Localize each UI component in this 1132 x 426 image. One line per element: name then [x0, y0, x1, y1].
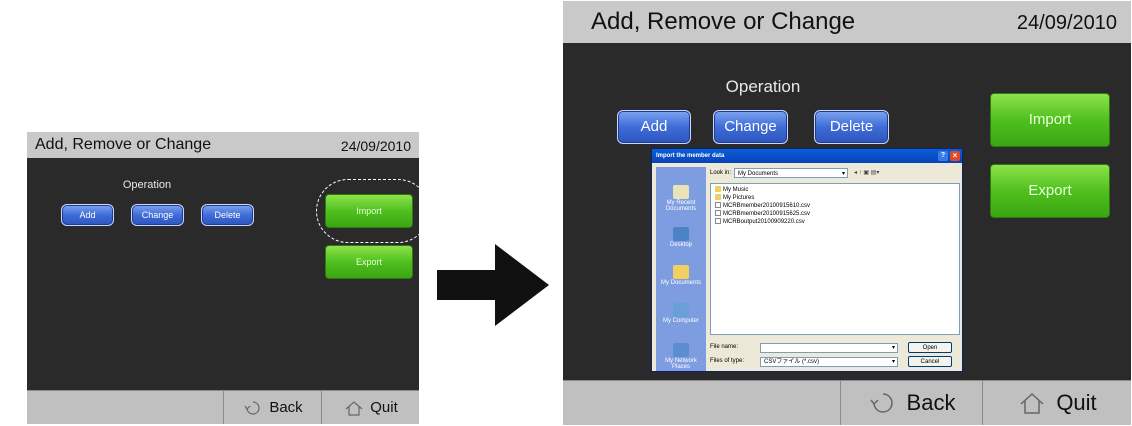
quit-label: Quit	[370, 399, 398, 416]
file-type-select[interactable]: CSVファイル (*.csv) ▾	[760, 357, 898, 367]
bottom-bar: Back Quit	[27, 390, 419, 424]
computer-icon	[673, 303, 689, 317]
operation-label: Operation	[122, 179, 172, 191]
folder-icon	[715, 194, 721, 201]
file-icon	[715, 218, 721, 225]
list-item[interactable]: My Music	[715, 186, 748, 194]
chevron-down-icon: ▾	[841, 171, 845, 177]
export-button[interactable]: Export	[990, 164, 1110, 218]
home-icon	[345, 400, 363, 416]
change-button[interactable]: Change	[713, 110, 788, 144]
file-type-label: Files of type:	[710, 358, 745, 364]
chevron-down-icon: ▾	[891, 359, 895, 365]
import-dialog: Import the member data ? × My Recent Doc…	[651, 148, 963, 372]
file-name: MCRBmember20100915610.csv	[723, 203, 811, 209]
place-label: My Documents	[660, 280, 701, 286]
places-bar: My Recent Documents Desktop My Documents…	[656, 167, 706, 371]
place-my-documents[interactable]: My Documents	[656, 265, 706, 286]
file-type-value: CSVファイル (*.csv)	[764, 359, 820, 365]
help-icon[interactable]: ?	[938, 151, 948, 161]
screen-before: Add, Remove or Change 24/09/2010 Operati…	[27, 132, 419, 424]
look-in-value: My Documents	[738, 171, 779, 177]
list-item[interactable]: My Pictures	[715, 194, 754, 202]
date-label: 24/09/2010	[1016, 12, 1117, 34]
dialog-title: Import the member data	[656, 153, 725, 159]
place-my-computer[interactable]: My Computer	[656, 303, 706, 324]
file-name: MCRBoutput20100909220.csv	[723, 219, 805, 225]
folder-icon	[715, 186, 721, 193]
change-button[interactable]: Change	[131, 204, 184, 226]
back-button[interactable]: Back	[840, 381, 983, 425]
file-name-label: File name:	[710, 344, 739, 350]
back-label: Back	[269, 399, 303, 416]
import-button[interactable]: Import	[990, 93, 1110, 147]
file-icon	[715, 210, 721, 217]
screen-after: Add, Remove or Change 24/09/2010 Operati…	[563, 1, 1131, 425]
chevron-down-icon: ▾	[891, 345, 895, 351]
place-label: My Recent Documents	[665, 200, 697, 212]
add-button[interactable]: Add	[61, 204, 114, 226]
list-item[interactable]: MCRBmember20100915610.csv	[715, 202, 810, 210]
add-button[interactable]: Add	[617, 110, 691, 144]
place-network[interactable]: My Network Places	[656, 343, 706, 370]
file-name: MCRBmember20100915625.csv	[723, 211, 811, 217]
desktop-icon	[673, 227, 689, 241]
place-label: Desktop	[669, 242, 692, 248]
date-label: 24/09/2010	[340, 138, 411, 154]
place-desktop[interactable]: Desktop	[656, 227, 706, 248]
export-button[interactable]: Export	[325, 245, 413, 279]
title-bar: Add, Remove or Change 24/09/2010	[563, 1, 1131, 43]
place-recent[interactable]: My Recent Documents	[656, 185, 706, 212]
quit-button[interactable]: Quit	[982, 381, 1131, 425]
back-label: Back	[906, 390, 956, 415]
network-icon	[673, 343, 689, 357]
file-list[interactable]: My Music My Pictures MCRBmember201009156…	[710, 183, 960, 335]
bottom-bar: Back Quit	[563, 380, 1131, 425]
back-button[interactable]: Back	[223, 391, 322, 424]
list-item[interactable]: MCRBoutput20100909220.csv	[715, 218, 805, 226]
list-item[interactable]: MCRBmember20100915625.csv	[715, 210, 810, 218]
file-icon	[715, 202, 721, 209]
file-name: My Pictures	[723, 195, 755, 201]
quit-label: Quit	[1056, 390, 1097, 415]
open-button[interactable]: Open	[908, 342, 952, 353]
place-label: My Computer	[662, 318, 699, 324]
place-label: My Network Places	[665, 358, 697, 370]
arrow-right-icon	[437, 244, 549, 326]
page-title: Add, Remove or Change	[591, 8, 856, 35]
delete-button[interactable]: Delete	[201, 204, 254, 226]
quit-button[interactable]: Quit	[321, 391, 419, 424]
home-icon	[1020, 392, 1044, 414]
dialog-title-bar: Import the member data ? ×	[652, 149, 962, 163]
file-name-input[interactable]: ▾	[760, 343, 898, 353]
file-name: My Music	[723, 187, 749, 193]
recent-documents-icon	[673, 185, 689, 199]
title-bar: Add, Remove or Change 24/09/2010	[27, 132, 419, 158]
delete-button[interactable]: Delete	[814, 110, 889, 144]
toolbar-icons[interactable]: ◂ ↑ ▣ ▤▾	[854, 168, 879, 178]
folder-icon	[673, 265, 689, 279]
look-in-select[interactable]: My Documents ▾	[734, 168, 848, 178]
cancel-button[interactable]: Cancel	[908, 356, 952, 367]
highlight-ring	[316, 179, 419, 243]
close-icon[interactable]: ×	[950, 151, 960, 161]
look-in-label: Look in:	[710, 170, 732, 176]
page-title: Add, Remove or Change	[35, 136, 212, 153]
back-icon	[869, 393, 893, 413]
operation-label: Operation	[725, 77, 801, 96]
back-icon	[244, 400, 260, 415]
